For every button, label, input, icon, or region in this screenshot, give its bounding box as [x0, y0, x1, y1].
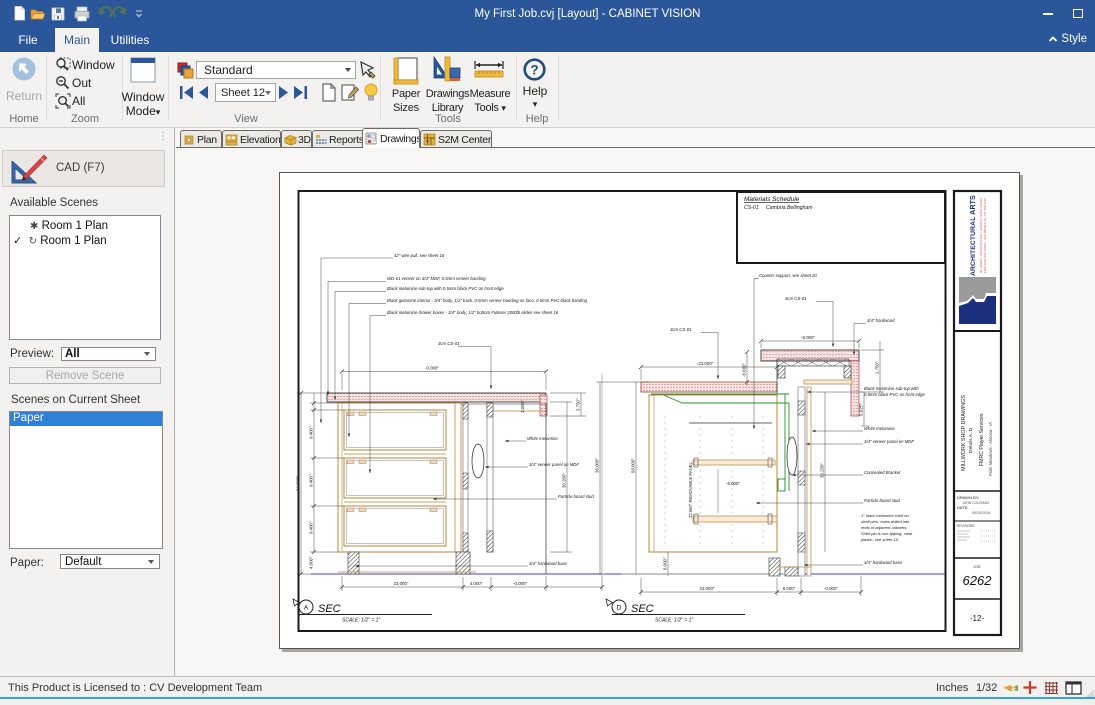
svg-text:ends of adjacent cabinets.: ends of adjacent cabinets.	[861, 525, 907, 530]
svg-text:6.000": 6.000"	[663, 557, 668, 570]
svg-text:42" wire pull, see sheet 16: 42" wire pull, see sheet 16	[394, 253, 445, 258]
svg-text:-0.000": -0.000"	[513, 581, 527, 586]
svg-text:23.000": 23.000"	[394, 581, 409, 586]
svg-text:DATE:: DATE:	[957, 505, 968, 510]
svg-text:3/4" hardwood: 3/4" hardwood	[867, 318, 895, 323]
svg-text:3/4" veneer panel on MDF: 3/4" veneer panel on MDF	[529, 462, 579, 467]
svg-text:3cm CS-01: 3cm CS-01	[438, 341, 460, 346]
svg-text:-12-: -12-	[970, 614, 985, 623]
svg-text:3/4" hardwood base: 3/4" hardwood base	[529, 561, 568, 566]
svg-text:9.400": 9.400"	[309, 474, 314, 487]
svg-text:-23.000": -23.000"	[697, 361, 714, 366]
svg-text:3/4" veneer panel on MDF: 3/4" veneer panel on MDF	[864, 439, 914, 444]
svg-text:5.625": 5.625"	[859, 403, 864, 416]
svg-text:White melamine: White melamine	[864, 426, 895, 431]
svg-text:SEC: SEC	[631, 603, 654, 615]
svg-text:plastic- see sheet 19.: plastic- see sheet 19.	[860, 537, 899, 542]
svg-text:Point Meadows - Altoona - IA: Point Meadows - Altoona - IA	[988, 422, 993, 476]
svg-text:FMRC Player Services: FMRC Player Services	[979, 413, 985, 466]
svg-text:SCALE: 1/2" = 1": SCALE: 1/2" = 1"	[342, 618, 380, 624]
svg-text:Shelf pin is non-tipping, clea: Shelf pin is non-tipping, clear	[861, 531, 913, 536]
svg-text:DRAWN BY:: DRAWN BY:	[957, 495, 979, 500]
svg-text:REVISIONS: REVISIONS	[957, 524, 974, 528]
svg-text:1234 EAST OAK ROAD • DES MOINE: 1234 EAST OAK ROAD • DES MOINES IA • 515…	[984, 198, 987, 273]
svg-text:A: A	[304, 605, 309, 612]
svg-text:6262: 6262	[963, 573, 993, 588]
svg-text:4.000": 4.000"	[309, 556, 314, 569]
svg-text:Black gelamine interior - 3/4": Black gelamine interior - 3/4" body, 1/2…	[387, 298, 588, 303]
svg-text:3/4" hardwood base: 3/4" hardwood base	[864, 560, 903, 565]
svg-text:0.8mm black PVC on front edge: 0.8mm black PVC on front edge	[864, 392, 926, 397]
svg-text:Black melamine drawer boxes -: Black melamine drawer boxes - 3/4" body,…	[387, 310, 559, 315]
svg-text:9.400": 9.400"	[309, 426, 314, 439]
svg-text:3.750": 3.750"	[576, 398, 581, 411]
svg-text:23.000": 23.000"	[700, 586, 715, 591]
svg-text:White melamine: White melamine	[527, 436, 558, 441]
svg-text:SEC: SEC	[318, 603, 341, 615]
svg-text:36.000": 36.000"	[296, 476, 301, 491]
svg-text:Particle board stud: Particle board stud	[864, 498, 900, 503]
svg-text:1.750": 1.750"	[875, 361, 880, 374]
svg-text:22.560" REMOVABLE PANEL: 22.560" REMOVABLE PANEL	[688, 462, 693, 518]
svg-text:CS-01 Cambria Bellingham: CS-01 Cambria Bellingham	[744, 205, 813, 211]
svg-text:Particle board stud: Particle board stud	[558, 494, 594, 499]
svg-text:09/15/2018: 09/15/2018	[972, 511, 990, 515]
svg-text:Counter support, see sheet 20: Counter support, see sheet 20	[759, 273, 817, 278]
svg-text:3cm CS-01: 3cm CS-01	[670, 327, 692, 332]
svg-text:Concealed Bracket: Concealed Bracket	[864, 470, 901, 475]
svg-text:-0.000": -0.000"	[425, 366, 439, 371]
svg-text:MILLWORK | ARCHITECTURE | DESI: MILLWORK | ARCHITECTURE | DESIGN | INSTA…	[980, 198, 983, 273]
svg-text:Details A..D: Details A..D	[968, 427, 974, 453]
svg-text:WD-01 veneer on 3/4" MDF, 0.5m: WD-01 veneer on 3/4" MDF, 0.5mm veneer b…	[387, 276, 486, 281]
svg-text:9.400": 9.400"	[309, 521, 314, 534]
svg-text:36.000": 36.000"	[595, 458, 600, 473]
svg-text:Black melamine sub-top with 0.: Black melamine sub-top with 0.5mm black …	[387, 286, 504, 291]
svg-text:6.000": 6.000"	[783, 586, 796, 591]
svg-text:1" black melamine shelf on: 1" black melamine shelf on	[861, 513, 909, 518]
svg-text:30.250": 30.250"	[820, 463, 825, 478]
svg-text:shelf pins- holes drilled into: shelf pins- holes drilled into	[861, 519, 910, 524]
svg-text:Materials Schedule: Materials Schedule	[744, 196, 800, 203]
svg-text:56.000": 56.000"	[631, 458, 636, 473]
svg-text:4.000": 4.000"	[470, 581, 483, 586]
svg-text:JOB: JOB	[974, 565, 982, 569]
svg-text:-8.000": -8.000"	[801, 335, 815, 340]
svg-text:D: D	[617, 605, 622, 612]
svg-text:SCALE: 1/2" = 1": SCALE: 1/2" = 1"	[655, 618, 693, 624]
svg-text:ARCHITECTURAL ARTS: ARCHITECTURAL ARTS	[970, 195, 977, 276]
svg-text:-0.000": -0.000"	[824, 586, 838, 591]
svg-text:?: ?	[530, 63, 538, 78]
svg-text:Black melamine sub-top with: Black melamine sub-top with	[864, 386, 919, 391]
svg-text:MILLWORK SHOP DRAWINGS: MILLWORK SHOP DRAWINGS	[961, 395, 967, 471]
svg-text:30.250": 30.250"	[562, 473, 567, 488]
svg-text:-6.000": -6.000"	[742, 363, 747, 377]
svg-text:-6.000": -6.000"	[726, 481, 740, 486]
svg-text:3cm CS-01: 3cm CS-01	[785, 296, 807, 301]
svg-text:1.000": 1.000"	[520, 400, 525, 413]
